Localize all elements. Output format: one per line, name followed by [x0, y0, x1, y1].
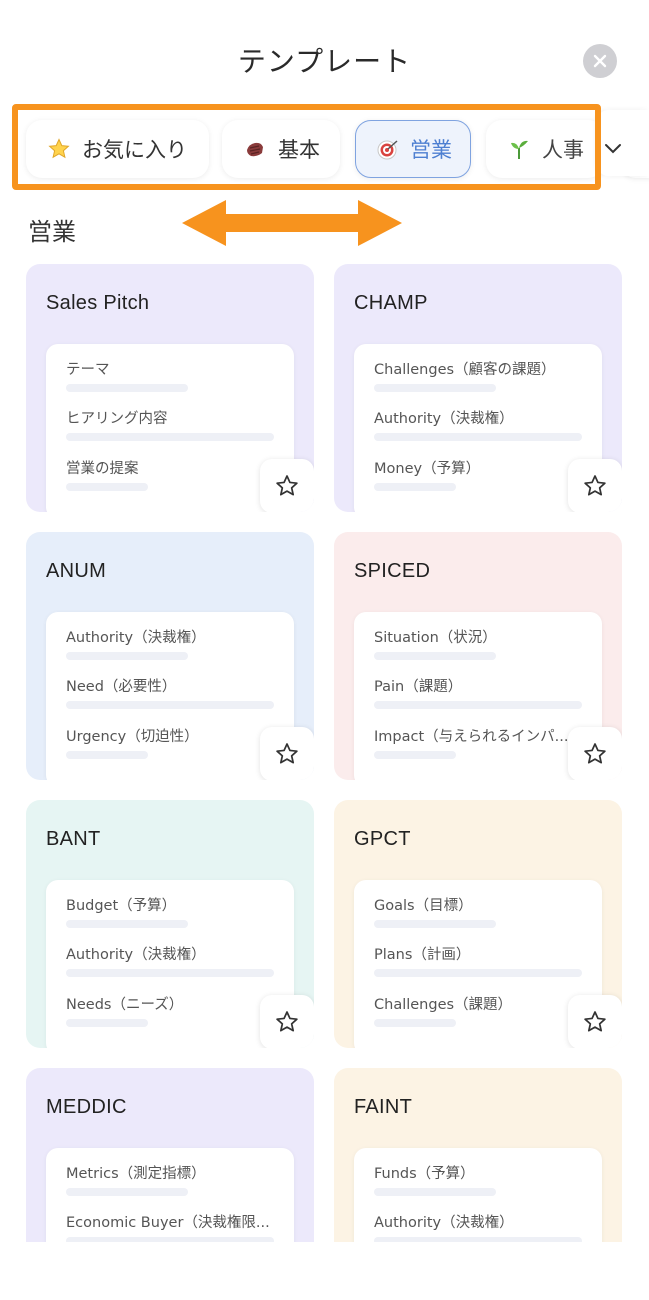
- card-title: GPCT: [354, 828, 411, 850]
- card-field: Funds（予算）: [374, 1166, 475, 1182]
- card-field: Budget（予算）: [66, 898, 177, 914]
- card-field: Authority（決裁権）: [374, 1215, 514, 1231]
- favorite-button[interactable]: [260, 995, 314, 1048]
- card-title: CHAMP: [354, 292, 428, 314]
- star-outline-icon: [276, 743, 298, 764]
- placeholder-bar: [66, 384, 188, 392]
- card-title: SPICED: [354, 560, 431, 582]
- placeholder-bar: [66, 433, 274, 441]
- placeholder-bar: [66, 920, 188, 928]
- favorite-button[interactable]: [568, 459, 622, 512]
- star-outline-icon: [276, 1011, 298, 1032]
- card-field: Challenges（課題）: [374, 997, 513, 1013]
- card-field: Authority（決裁権）: [66, 630, 206, 646]
- card-preview: Situation（状況） Pain（課題） Impact（与えられるインパ..…: [354, 612, 602, 780]
- card-field: Pain（課題）: [374, 679, 463, 695]
- tabs-highlight-annotation: [12, 104, 601, 190]
- star-outline-icon: [584, 475, 606, 496]
- card-preview: Challenges（顧客の課題） Authority（決裁権） Money（予…: [354, 344, 602, 512]
- card-field: Impact（与えられるインパ...: [374, 729, 569, 745]
- close-button[interactable]: [583, 44, 617, 78]
- placeholder-bar: [66, 652, 188, 660]
- card-field: Economic Buyer（決裁権限...: [66, 1215, 270, 1231]
- template-card-champ[interactable]: CHAMP Challenges（顧客の課題） Authority（決裁権） M…: [334, 264, 622, 512]
- favorite-button[interactable]: [568, 727, 622, 780]
- card-title: ANUM: [46, 560, 107, 582]
- card-preview: テーマ ヒアリング内容 営業の提案: [46, 344, 294, 512]
- card-field: Challenges（顧客の課題）: [374, 362, 556, 378]
- page-title: テンプレート: [237, 45, 412, 78]
- card-field: Authority（決裁権）: [374, 411, 514, 427]
- card-field: Need（必要性）: [66, 679, 177, 695]
- placeholder-bar: [66, 1188, 188, 1196]
- card-title: MEDDIC: [46, 1096, 127, 1118]
- placeholder-bar: [66, 1019, 148, 1027]
- placeholder-bar: [374, 652, 496, 660]
- card-preview: Goals（目標） Plans（計画） Challenges（課題）: [354, 880, 602, 1048]
- card-field: Urgency（切迫性）: [66, 729, 199, 745]
- card-preview: Authority（決裁権） Need（必要性） Urgency（切迫性）: [46, 612, 294, 780]
- favorite-button[interactable]: [568, 995, 622, 1048]
- card-field: Metrics（測定指標）: [66, 1166, 206, 1182]
- placeholder-bar: [374, 384, 496, 392]
- section-title: 営業: [28, 218, 76, 246]
- placeholder-bar: [66, 701, 274, 709]
- placeholder-bar: [374, 483, 456, 491]
- card-field: テーマ: [66, 362, 110, 378]
- close-icon: [593, 54, 607, 68]
- placeholder-bar: [66, 751, 148, 759]
- template-card-gpct[interactable]: GPCT Goals（目標） Plans（計画） Challenges（課題）: [334, 800, 622, 1048]
- card-field: ヒアリング内容: [66, 411, 168, 427]
- header: テンプレート: [0, 0, 649, 110]
- template-card-spiced[interactable]: SPICED Situation（状況） Pain（課題） Impact（与えら…: [334, 532, 622, 780]
- bottom-area: [0, 1242, 649, 1300]
- placeholder-bar: [374, 1188, 496, 1196]
- placeholder-bar: [66, 483, 148, 491]
- placeholder-bar: [66, 969, 274, 977]
- card-field: Situation（状況）: [374, 630, 497, 646]
- card-preview: Budget（予算） Authority（決裁権） Needs（ニーズ）: [46, 880, 294, 1048]
- card-field: Needs（ニーズ）: [66, 997, 184, 1013]
- favorite-button[interactable]: [260, 459, 314, 512]
- card-field: Money（予算）: [374, 461, 481, 477]
- placeholder-bar: [374, 1019, 456, 1027]
- star-outline-icon: [276, 475, 298, 496]
- template-card-anum[interactable]: ANUM Authority（決裁権） Need（必要性） Urgency（切迫…: [26, 532, 314, 780]
- star-outline-icon: [584, 743, 606, 764]
- card-field: Plans（計画）: [374, 947, 471, 963]
- placeholder-bar: [374, 751, 456, 759]
- card-title: FAINT: [354, 1096, 413, 1118]
- card-field: 営業の提案: [66, 461, 139, 477]
- placeholder-bar: [374, 969, 582, 977]
- card-title: BANT: [46, 828, 101, 850]
- card-title: Sales Pitch: [46, 292, 150, 314]
- card-field: Authority（決裁権）: [66, 947, 206, 963]
- chevron-down-icon: [605, 144, 621, 154]
- placeholder-bar: [374, 433, 582, 441]
- placeholder-bar: [374, 701, 582, 709]
- template-card-bant[interactable]: BANT Budget（予算） Authority（決裁権） Needs（ニーズ…: [26, 800, 314, 1048]
- placeholder-bar: [374, 920, 496, 928]
- swipe-arrow-icon: [182, 200, 402, 246]
- more-tabs-button[interactable]: [598, 120, 628, 176]
- star-outline-icon: [584, 1011, 606, 1032]
- template-card-sales-pitch[interactable]: Sales Pitch テーマ ヒアリング内容 営業の提案: [26, 264, 314, 512]
- favorite-button[interactable]: [260, 727, 314, 780]
- card-field: Goals（目標）: [374, 898, 473, 914]
